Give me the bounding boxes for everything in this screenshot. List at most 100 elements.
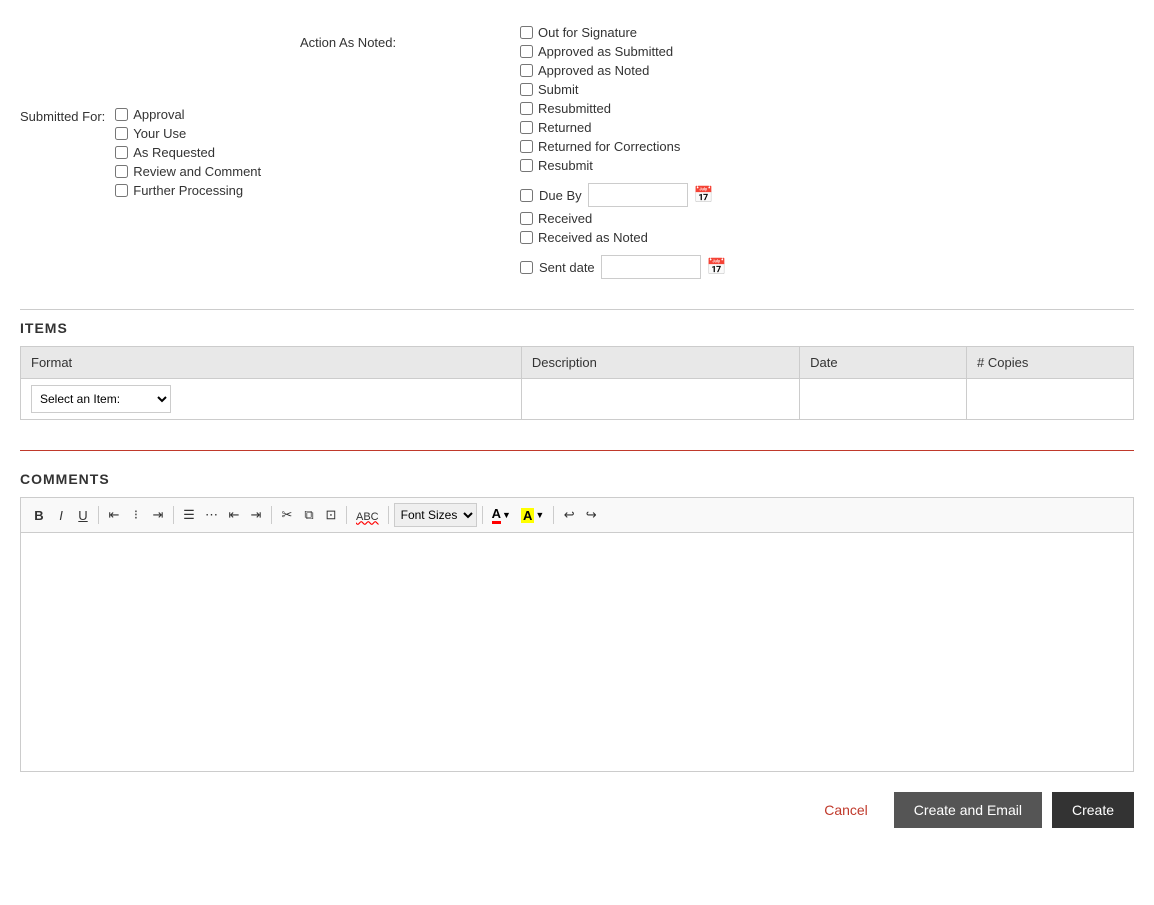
rcb-resubmit-label: Resubmit [538,158,593,173]
numbered-list-icon: ⋯ [205,507,218,522]
middle-divider [20,450,1134,451]
highlight-color-button[interactable]: A ▼ [517,506,548,525]
copies-cell [967,379,1134,420]
editor-toolbar: B I U ⇤ ⁝ ⇥ ☰ ⋯ ⇤ ⇥ ✂ ⧉ ⊡ ABC Font Sizes… [20,497,1134,532]
align-left-icon: ⇤ [109,507,120,522]
checkbox-review-comment-input[interactable] [115,165,128,178]
indent-increase-icon: ⇥ [251,507,262,522]
copy-button[interactable]: ⧉ [299,505,319,525]
separator-3 [271,506,272,524]
separator-6 [482,506,483,524]
indent-decrease-button[interactable]: ⇤ [224,505,244,525]
checkbox-further-processing-input[interactable] [115,184,128,197]
due-by-input[interactable] [588,183,688,207]
paste-icon: ⊡ [326,507,337,522]
numbered-list-button[interactable]: ⋯ [201,505,222,525]
bold-icon: B [34,508,43,523]
checkbox-as-requested-input[interactable] [115,146,128,159]
footer-row: Cancel Create and Email Create [20,772,1134,838]
top-divider [20,309,1134,310]
redo-button[interactable]: ↪ [581,505,601,525]
paste-button[interactable]: ⊡ [321,505,341,525]
bullet-list-button[interactable]: ☰ [179,505,199,525]
rcb-approved-submitted-label: Approved as Submitted [538,44,673,59]
right-checkboxes-area: Out for Signature Approved as Submitted … [480,20,1134,279]
format-cell: Select an Item: [21,379,522,420]
format-select[interactable]: Select an Item: [31,385,171,413]
separator-4 [346,506,347,524]
rcb-submit-label: Submit [538,82,578,97]
comments-title: COMMENTS [20,471,1134,487]
action-noted-area: Action As Noted: [280,20,480,279]
create-button[interactable]: Create [1052,792,1134,828]
rcb-returned-corrections-label: Returned for Corrections [538,139,680,154]
checkbox-your-use: Your Use [115,126,261,141]
rcb-received-noted-input[interactable] [520,231,533,244]
highlight-color-icon: A [521,508,534,523]
cancel-button[interactable]: Cancel [808,794,884,826]
sent-date-input[interactable] [601,255,701,279]
col-header-date: Date [800,347,967,379]
due-by-checkbox[interactable] [520,189,533,202]
cut-button[interactable]: ✂ [277,505,297,525]
rcb-resubmit-input[interactable] [520,159,533,172]
submitted-for-area: Submitted For: Approval Your Use As Requ… [20,20,280,279]
description-cell [521,379,799,420]
rcb-returned-corrections: Returned for Corrections [520,139,1134,154]
rcb-received-input[interactable] [520,212,533,225]
rcb-out-signature-input[interactable] [520,26,533,39]
submitted-for-checkboxes: Approval Your Use As Requested Review an… [115,107,261,198]
rcb-submit-input[interactable] [520,83,533,96]
separator-7 [553,506,554,524]
separator-5 [388,506,389,524]
checkbox-review-comment: Review and Comment [115,164,261,179]
sent-date-row: Sent date 📅 [520,255,1134,279]
bullet-list-icon: ☰ [183,507,195,522]
font-color-arrow-icon: ▼ [502,510,511,520]
italic-button[interactable]: I [51,506,71,525]
due-by-calendar-icon[interactable]: 📅 [694,185,714,205]
align-center-button[interactable]: ⁝ [126,505,146,525]
bold-button[interactable]: B [29,506,49,525]
spellcheck-button[interactable]: ABC [352,506,383,525]
rcb-returned-corrections-input[interactable] [520,140,533,153]
sent-date-calendar-icon[interactable]: 📅 [707,257,727,277]
font-sizes-select[interactable]: Font Sizes [394,503,477,527]
checkbox-your-use-input[interactable] [115,127,128,140]
align-right-button[interactable]: ⇥ [148,505,168,525]
checkbox-review-comment-label: Review and Comment [133,164,261,179]
top-section: Submitted For: Approval Your Use As Requ… [20,10,1134,299]
rcb-resubmitted: Resubmitted [520,101,1134,116]
comments-section: COMMENTS B I U ⇤ ⁝ ⇥ ☰ ⋯ ⇤ ⇥ ✂ ⧉ ⊡ ABC F… [20,471,1134,772]
checkbox-further-processing-label: Further Processing [133,183,243,198]
comments-editor[interactable] [20,532,1134,772]
font-color-button[interactable]: A ▼ [488,504,515,526]
rcb-resubmitted-input[interactable] [520,102,533,115]
rcb-returned-label: Returned [538,120,591,135]
rcb-returned: Returned [520,120,1134,135]
align-left-button[interactable]: ⇤ [104,505,124,525]
redo-icon: ↪ [586,507,597,522]
rcb-approved-noted-input[interactable] [520,64,533,77]
rcb-approved-submitted-input[interactable] [520,45,533,58]
items-section: ITEMS Format Description Date # Copies S… [20,320,1134,420]
highlight-color-arrow-icon: ▼ [535,510,544,520]
sent-date-label: Sent date [539,260,595,275]
create-email-button[interactable]: Create and Email [894,792,1042,828]
rcb-received-noted-label: Received as Noted [538,230,648,245]
sent-date-checkbox[interactable] [520,261,533,274]
rcb-returned-input[interactable] [520,121,533,134]
checkbox-further-processing: Further Processing [115,183,261,198]
align-right-icon: ⇥ [153,507,164,522]
underline-button[interactable]: U [73,506,93,525]
rcb-submit: Submit [520,82,1134,97]
submitted-for-label: Submitted For: [20,107,105,124]
checkbox-approval-input[interactable] [115,108,128,121]
indent-increase-button[interactable]: ⇥ [246,505,266,525]
align-center-icon: ⁝ [134,507,138,522]
items-table: Format Description Date # Copies Select … [20,346,1134,420]
checkbox-your-use-label: Your Use [133,126,186,141]
col-header-format: Format [21,347,522,379]
undo-button[interactable]: ↩ [559,505,579,525]
checkbox-approval-label: Approval [133,107,184,122]
